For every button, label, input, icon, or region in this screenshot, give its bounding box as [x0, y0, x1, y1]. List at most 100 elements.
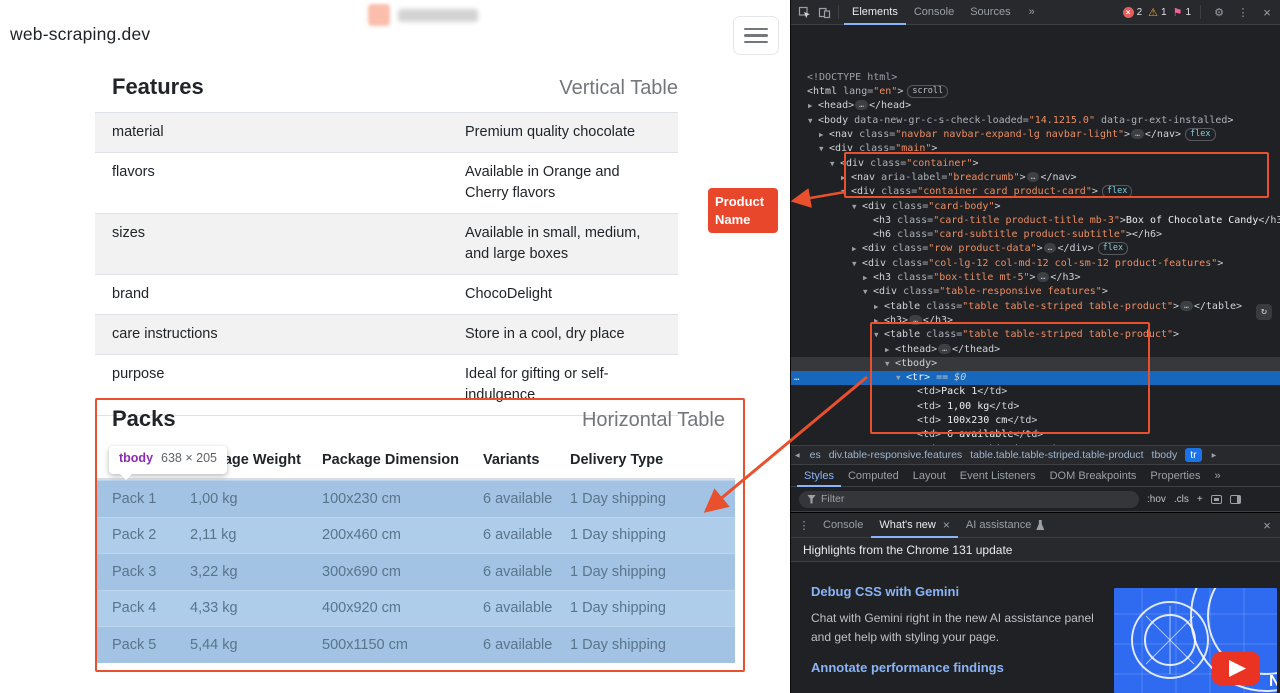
tree-expand-arrow[interactable]: ▼ [896, 371, 906, 385]
tree-expand-arrow[interactable]: ▼ [852, 200, 862, 214]
drawer-tab-what-s-new[interactable]: What's new× [871, 512, 958, 538]
crumb-scroll-left-icon[interactable]: ◀ [793, 452, 802, 459]
breadcrumb-item[interactable]: tr [1185, 448, 1201, 462]
breadcrumb-item[interactable]: tbody [1152, 449, 1178, 461]
dom-line[interactable]: ▼<div class="main"> [791, 142, 1280, 156]
sidebar-more-chevron[interactable]: » [1208, 465, 1228, 487]
whatsnew-video-thumbnail[interactable]: N [1114, 588, 1277, 693]
dom-line[interactable]: <!DOCTYPE html> [791, 71, 1280, 85]
ellipsis-expand-icon[interactable]: … [1027, 172, 1040, 182]
tree-expand-arrow[interactable]: ▼ [819, 142, 829, 156]
ellipsis-expand-icon[interactable]: … [1044, 243, 1057, 253]
dom-line[interactable]: ▼<body data-new-gr-c-s-check-loaded="14.… [791, 114, 1280, 128]
debug-css-gemini-link[interactable]: Debug CSS with Gemini [811, 584, 959, 599]
flex-badge[interactable]: flex [1185, 128, 1215, 141]
dom-line[interactable]: <h3 class="card-title product-title mb-3… [791, 214, 1280, 228]
rendering-brush-icon[interactable] [1211, 495, 1222, 504]
ellipsis-expand-icon[interactable]: … [1180, 301, 1193, 311]
tree-expand-arrow[interactable]: ▼ [863, 285, 873, 299]
settings-gear-icon[interactable]: ⚙ [1210, 3, 1228, 21]
sidebar-tab-layout[interactable]: Layout [906, 465, 953, 487]
dom-line[interactable]: ▶<h3 class="box-title mt-5">…</h3> [791, 271, 1280, 285]
sidebar-tab-event-listeners[interactable]: Event Listeners [953, 465, 1043, 487]
tree-expand-arrow[interactable]: ▼ [808, 114, 818, 128]
tree-expand-arrow[interactable]: ▶ [863, 271, 873, 285]
devtools-tab-elements[interactable]: Elements [844, 0, 906, 25]
dom-line[interactable]: ▼<div class="col-lg-12 col-md-12 col-sm-… [791, 257, 1280, 271]
style-chip-hov[interactable]: :hov [1147, 494, 1166, 505]
sidebar-tab-styles[interactable]: Styles [797, 465, 841, 487]
tree-expand-arrow[interactable]: ▶ [819, 128, 829, 142]
dom-line[interactable]: ▶<thead>…</thead> [791, 343, 1280, 357]
dom-line-hovered[interactable]: ▼<tbody> [791, 357, 1280, 371]
dom-line[interactable]: ▶<nav class="navbar navbar-expand-lg nav… [791, 128, 1280, 142]
dom-line[interactable]: <td> 100x230 cm</td> [791, 414, 1280, 428]
tree-expand-arrow[interactable]: ▶ [841, 171, 851, 185]
dom-line[interactable]: <h6 class="card-subtitle product-subtitl… [791, 228, 1280, 242]
scroll-badge[interactable]: scroll [907, 85, 948, 98]
breadcrumb-item[interactable]: table.table.table-striped.table-product [970, 449, 1143, 461]
dom-line[interactable]: ▶<nav aria-label="breadcrumb">…</nav> [791, 171, 1280, 185]
sidebar-tab-computed[interactable]: Computed [841, 465, 906, 487]
warning-badge[interactable]: ⚠ 1 [1148, 6, 1166, 19]
kebab-menu-icon[interactable]: ⋮ [1234, 3, 1252, 21]
ellipsis-expand-icon[interactable]: … [855, 100, 868, 110]
tree-expand-arrow[interactable]: ▼ [841, 185, 851, 199]
inspect-element-icon[interactable] [795, 3, 813, 21]
navbar-toggler-button[interactable] [733, 16, 779, 55]
style-chip-[interactable]: + [1197, 494, 1203, 505]
issues-badge[interactable]: ⚑ 1 [1173, 6, 1191, 19]
tree-expand-arrow[interactable]: ▶ [874, 300, 884, 314]
ellipsis-expand-icon[interactable]: … [1131, 129, 1144, 139]
dom-line[interactable]: ▼<div class="table-responsive features"> [791, 285, 1280, 299]
more-tabs-chevron[interactable]: » [1021, 0, 1043, 25]
flex-badge[interactable]: flex [1098, 242, 1128, 255]
dom-line[interactable]: <td>Pack 1</td> [791, 385, 1280, 399]
dom-line[interactable]: ▶<table class="table table-striped table… [791, 300, 1280, 314]
dom-line[interactable]: <html lang="en">scroll [791, 85, 1280, 99]
dom-line[interactable]: ▼<div class="card-body"> [791, 200, 1280, 214]
tree-expand-arrow[interactable]: ▼ [852, 257, 862, 271]
style-chip-cls[interactable]: .cls [1174, 494, 1189, 505]
dom-line[interactable]: ▶<head>…</head> [791, 99, 1280, 113]
drawer-kebab-icon[interactable]: ⋮ [795, 516, 813, 534]
devtools-tab-console[interactable]: Console [906, 0, 962, 25]
styles-filter-input[interactable]: Filter [799, 491, 1139, 508]
tree-expand-arrow[interactable]: ▶ [852, 242, 862, 256]
sidebar-panel-icon[interactable] [1230, 495, 1241, 504]
tree-expand-arrow[interactable]: ▼ [874, 328, 884, 342]
dom-line-selected[interactable]: ▼<tr> == $0… [791, 371, 1280, 385]
error-badge[interactable]: × 2 [1123, 7, 1143, 18]
dom-line[interactable]: ▶<div class="row product-data">…</div>fl… [791, 242, 1280, 256]
dom-line[interactable]: <td> 6 available</td> [791, 428, 1280, 442]
tree-expand-arrow[interactable]: ▶ [885, 343, 895, 357]
drawer-tab-ai-assistance[interactable]: AI assistance [958, 512, 1052, 538]
sidebar-tab-properties[interactable]: Properties [1143, 465, 1207, 487]
devtools-tab-sources[interactable]: Sources [962, 0, 1018, 25]
dom-line[interactable]: <td> 1 Day shipping</td> [791, 443, 1280, 445]
dom-line[interactable]: ▶<h3>…</h3> [791, 314, 1280, 328]
close-drawer-icon[interactable]: × [1258, 516, 1276, 534]
tree-expand-arrow[interactable]: ▼ [885, 357, 895, 371]
dom-line[interactable]: <td> 1,00 kg</td> [791, 400, 1280, 414]
close-tab-icon[interactable]: × [943, 518, 950, 532]
flex-badge[interactable]: flex [1102, 185, 1132, 198]
crumb-scroll-right-icon[interactable]: ▶ [1210, 452, 1219, 459]
ellipsis-expand-icon[interactable]: … [1037, 272, 1050, 282]
tree-expand-arrow[interactable]: ▼ [830, 157, 840, 171]
ellipsis-expand-icon[interactable]: … [938, 344, 951, 354]
site-brand[interactable]: web-scraping.dev [10, 24, 150, 45]
close-devtools-icon[interactable]: × [1258, 3, 1276, 21]
dom-line[interactable]: ▼<div class="container"> [791, 157, 1280, 171]
breadcrumb-item[interactable]: es [810, 449, 821, 461]
dom-line[interactable]: ▼<table class="table table-striped table… [791, 328, 1280, 342]
device-toolbar-icon[interactable] [815, 3, 833, 21]
tree-expand-arrow[interactable]: ▶ [808, 99, 818, 113]
breadcrumb-item[interactable]: div.table-responsive.features [829, 449, 962, 461]
tree-expand-arrow[interactable]: ▶ [874, 314, 884, 328]
annotate-performance-link[interactable]: Annotate performance findings [811, 660, 1004, 675]
ellipsis-expand-icon[interactable]: … [909, 315, 922, 325]
dom-line[interactable]: ▼<div class="container card product-card… [791, 185, 1280, 199]
drawer-tab-console[interactable]: Console [815, 512, 871, 538]
sidebar-tab-dom-breakpoints[interactable]: DOM Breakpoints [1043, 465, 1144, 487]
